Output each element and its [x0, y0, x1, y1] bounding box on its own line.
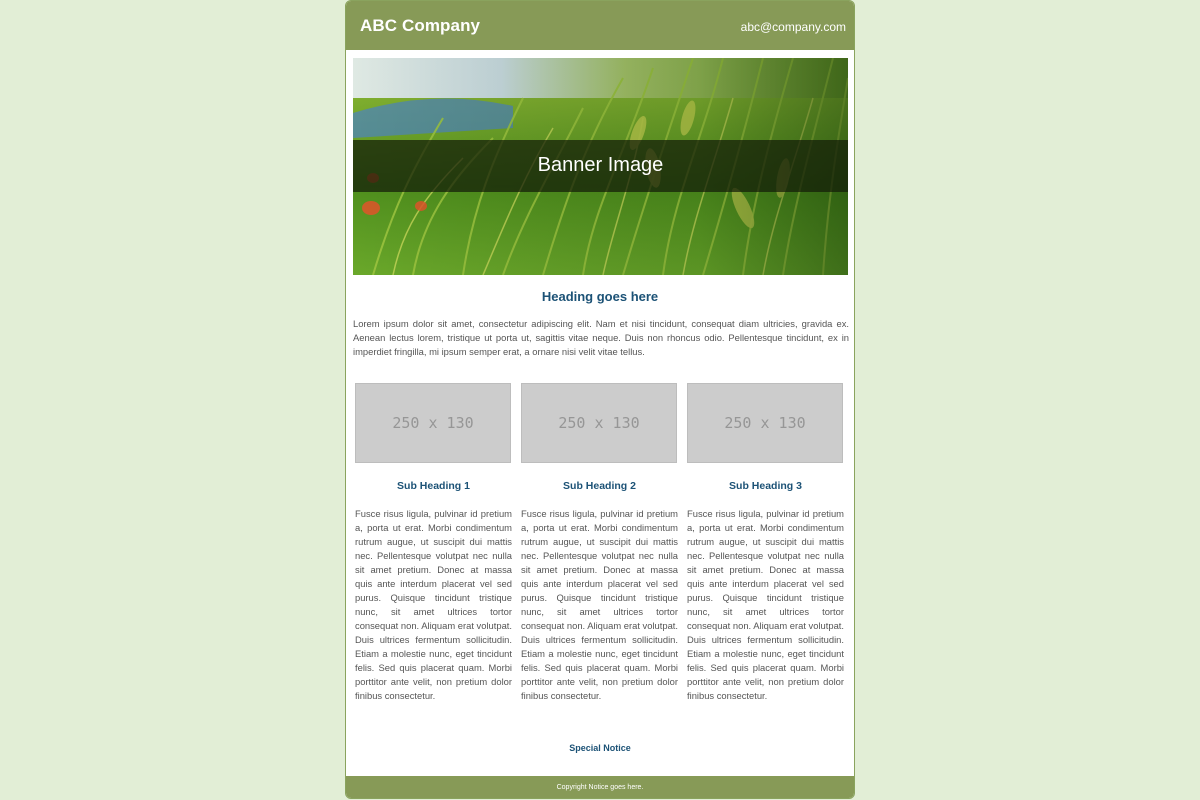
- email-template: ABC Company abc@company.com Banner Image…: [345, 0, 855, 799]
- sub-heading-2: Sub Heading 2: [563, 480, 636, 492]
- placeholder-image: 250 x 130: [521, 383, 677, 463]
- email-footer: Copyright Notice goes here.: [346, 776, 854, 798]
- content-column-1: 250 x 130 Sub Heading 1 Fusce risus ligu…: [355, 383, 512, 703]
- main-heading: Heading goes here: [541, 289, 659, 304]
- intro-paragraph: Lorem ipsum dolor sit amet, consectetur …: [353, 318, 849, 357]
- contact-email-link[interactable]: abc@company.com: [741, 20, 846, 34]
- email-header: ABC Company abc@company.com: [346, 1, 854, 50]
- banner-image: Banner Image: [353, 58, 848, 275]
- column-paragraph-2: Fusce risus ligula, pulvinar id pretium …: [521, 508, 678, 701]
- column-paragraph-1: Fusce risus ligula, pulvinar id pretium …: [355, 508, 512, 701]
- content-column-3: 250 x 130 Sub Heading 3 Fusce risus ligu…: [687, 383, 844, 703]
- special-notice: Special Notice: [569, 743, 631, 753]
- column-paragraph-3: Fusce risus ligula, pulvinar id pretium …: [687, 508, 844, 701]
- banner-caption: Banner Image: [537, 154, 664, 176]
- content-column-2: 250 x 130 Sub Heading 2 Fusce risus ligu…: [521, 383, 678, 703]
- sub-heading-1: Sub Heading 1: [397, 480, 470, 492]
- copyright-notice: Copyright Notice goes here.: [556, 784, 644, 791]
- sub-heading-3: Sub Heading 3: [729, 480, 802, 492]
- company-name: ABC Company: [360, 16, 481, 35]
- placeholder-image: 250 x 130: [687, 383, 843, 463]
- placeholder-image: 250 x 130: [355, 383, 511, 463]
